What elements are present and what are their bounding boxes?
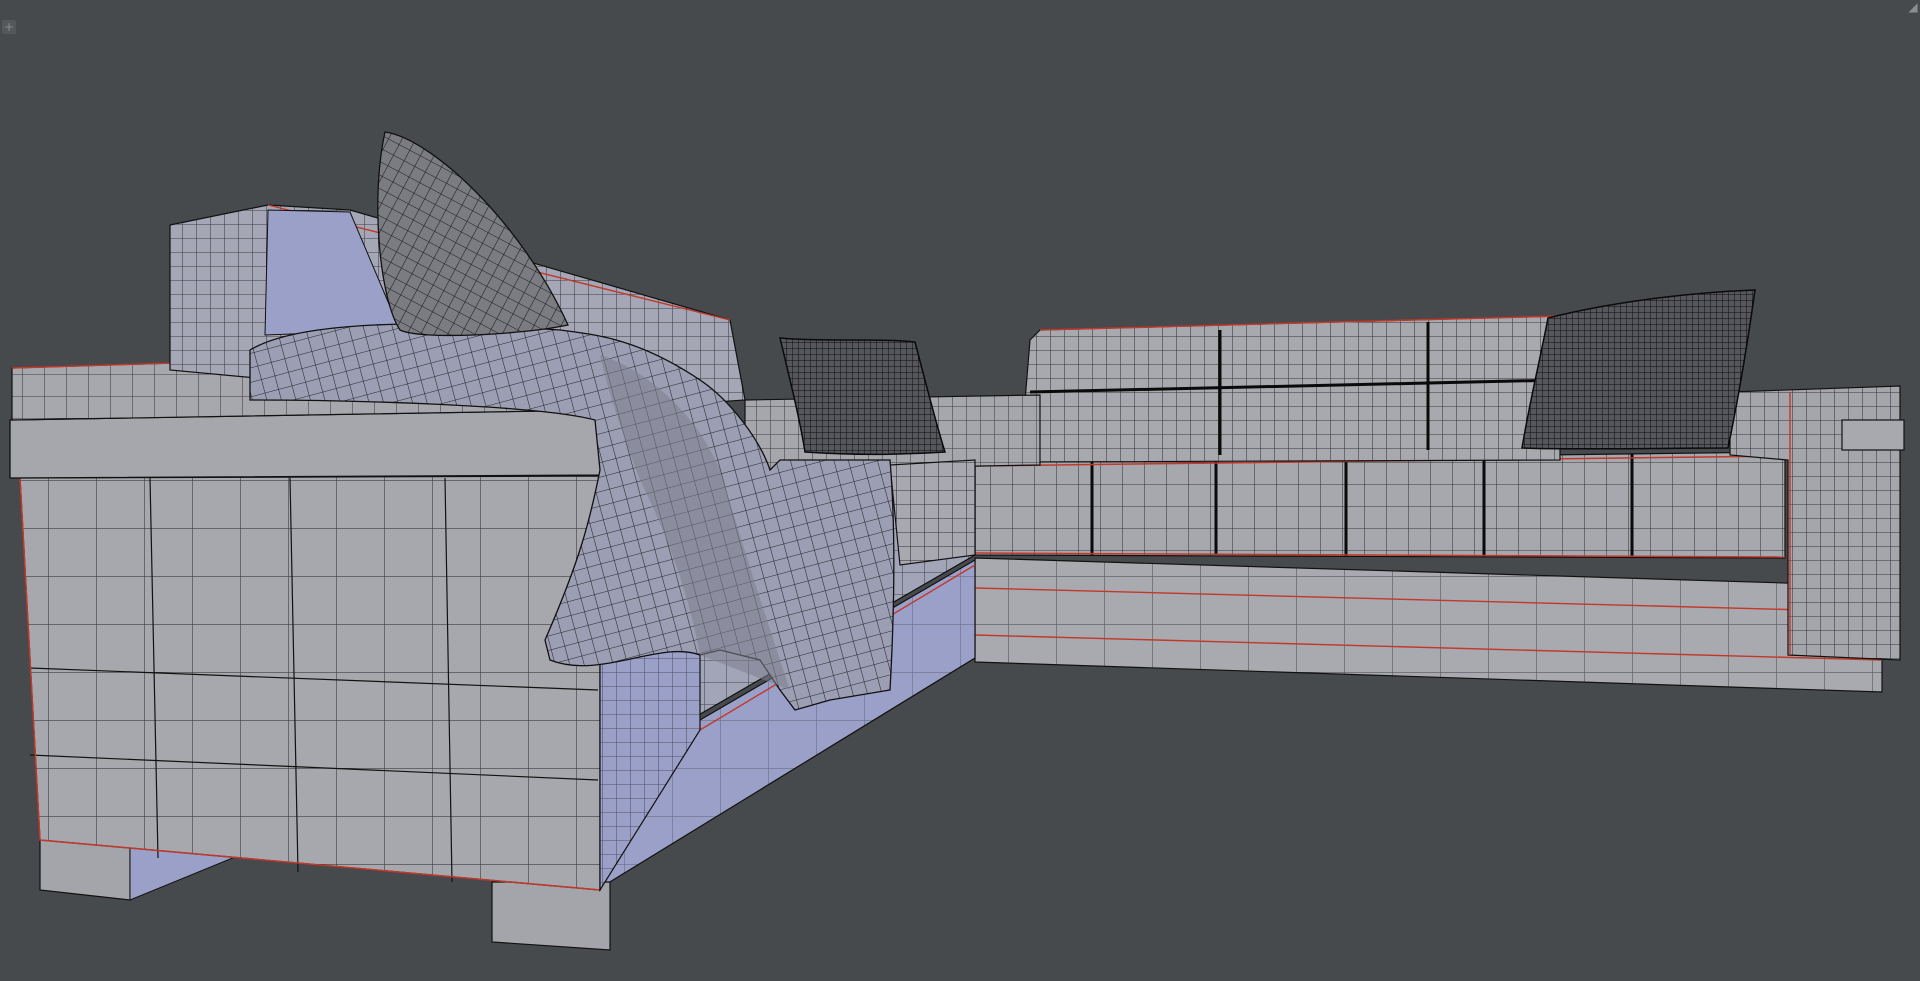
viewport-corner-plus-icon[interactable]: + [2,20,16,34]
3d-viewport[interactable]: + ◢ [0,0,1920,981]
pillow-tall-left[interactable] [377,131,569,337]
viewport-corner-drag-icon[interactable]: ◢ [1906,0,1920,14]
sofa-right-section[interactable] [974,315,1905,693]
pillow-dark-right[interactable] [1521,289,1756,450]
sofa-wireframe-scene[interactable] [0,0,1920,981]
left-armrest-top[interactable] [9,409,606,479]
pillow-dark-center[interactable] [779,337,946,455]
left-leg-mid[interactable] [491,881,611,951]
